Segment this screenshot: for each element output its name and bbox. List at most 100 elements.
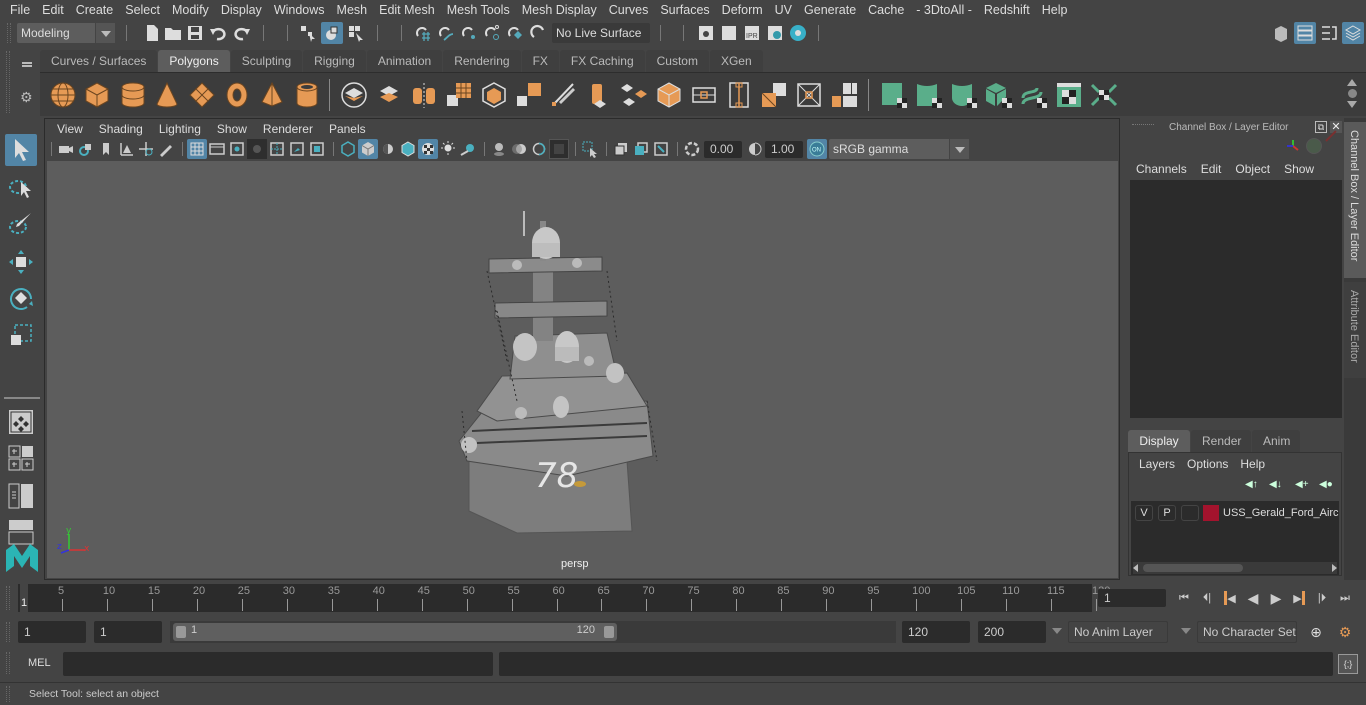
play-forwards-icon[interactable]: ▶ — [1266, 588, 1286, 608]
grease-pencil-icon[interactable] — [156, 139, 176, 159]
panel-drag-handle[interactable] — [1132, 124, 1154, 125]
hypershade-icon[interactable] — [788, 23, 808, 43]
smooth-icon[interactable] — [443, 79, 475, 111]
animation-end-field[interactable]: 200 — [978, 621, 1046, 643]
live-surface-field[interactable]: No Live Surface — [552, 23, 650, 43]
menu-mesh-tools[interactable]: Mesh Tools — [441, 0, 516, 20]
spherical-uv-icon[interactable] — [948, 79, 980, 111]
shelf-drag-handle[interactable] — [6, 51, 10, 113]
anim-layer-chevron-icon[interactable] — [1052, 628, 1062, 634]
shadows-icon[interactable] — [458, 139, 478, 159]
layer-menu-help[interactable]: Help — [1240, 457, 1265, 471]
range-slider-track[interactable]: 1 120 — [170, 621, 896, 643]
current-frame-field[interactable]: 1 — [1098, 589, 1166, 607]
anim-layer-dropdown[interactable]: No Anim Layer — [1068, 621, 1168, 643]
poly-cylinder-icon[interactable] — [117, 79, 149, 111]
menu-generate[interactable]: Generate — [798, 0, 862, 20]
snap-view-plane-icon[interactable] — [482, 23, 502, 43]
select-hierarchy-icon[interactable] — [298, 23, 318, 43]
command-line-drag-handle[interactable] — [6, 652, 10, 674]
select-camera-icon[interactable] — [56, 139, 76, 159]
2d-pan-zoom-icon[interactable] — [136, 139, 156, 159]
bridge-icon[interactable] — [513, 79, 545, 111]
shelf-tab-polygons[interactable]: Polygons — [158, 50, 230, 72]
range-start-handle[interactable] — [176, 626, 186, 638]
insert-edge-loop-icon[interactable] — [723, 79, 755, 111]
gamma-icon[interactable] — [745, 139, 765, 159]
layer-list-hscrollbar[interactable] — [1133, 562, 1337, 574]
extrude-icon[interactable] — [583, 79, 615, 111]
film-gate-icon[interactable] — [207, 139, 227, 159]
single-perspective-layout-icon[interactable] — [5, 406, 37, 438]
channel-box-menu-channels[interactable]: Channels — [1136, 162, 1187, 176]
select-tool-icon[interactable] — [5, 134, 37, 166]
menu-edit-mesh[interactable]: Edit Mesh — [373, 0, 441, 20]
planar-uv-icon[interactable] — [878, 79, 910, 111]
xray-icon[interactable] — [611, 139, 631, 159]
safe-action-icon[interactable] — [287, 139, 307, 159]
mirror-icon[interactable] — [408, 79, 440, 111]
lasso-tool-icon[interactable] — [5, 172, 37, 204]
layer-menu-options[interactable]: Options — [1187, 457, 1228, 471]
playback-start-field[interactable]: 1 — [94, 621, 162, 643]
layer-tab-display[interactable]: Display — [1128, 430, 1190, 452]
use-all-lights-icon[interactable] — [438, 139, 458, 159]
bevel-icon[interactable] — [478, 79, 510, 111]
channel-box-menu-object[interactable]: Object — [1235, 162, 1270, 176]
combine-icon[interactable] — [338, 79, 370, 111]
animation-preferences-icon[interactable]: ⚙ — [1334, 622, 1356, 642]
poly-pipe-icon[interactable] — [291, 79, 323, 111]
side-tab-attribute-editor[interactable]: Attribute Editor — [1344, 282, 1366, 378]
layer-visibility-toggle[interactable]: V — [1135, 505, 1153, 521]
help-line-drag-handle[interactable] — [6, 686, 10, 702]
menu-help[interactable]: Help — [1036, 0, 1074, 20]
outliner-persp-layout-icon[interactable] — [5, 480, 37, 512]
side-tab-channel-box[interactable]: Channel Box / Layer Editor — [1344, 122, 1366, 278]
snap-curve-icon[interactable] — [436, 23, 456, 43]
command-input[interactable] — [63, 652, 493, 676]
manipulator-icon[interactable] — [1285, 138, 1301, 154]
motion-blur-icon[interactable] — [509, 139, 529, 159]
range-drag-handle[interactable] — [6, 622, 10, 642]
anti-aliasing-icon[interactable] — [529, 139, 549, 159]
step-back-key-icon[interactable]: ◀ — [1220, 588, 1240, 608]
command-language-label[interactable]: MEL — [28, 657, 51, 669]
poly-cone-icon[interactable] — [151, 79, 183, 111]
uv-editor-icon[interactable] — [1053, 79, 1085, 111]
shelf-tab-xgen[interactable]: XGen — [709, 50, 763, 72]
menu-edit[interactable]: Edit — [36, 0, 70, 20]
xray-components-icon[interactable] — [651, 139, 671, 159]
layer-tab-anim[interactable]: Anim — [1252, 430, 1300, 452]
exposure-icon[interactable] — [682, 139, 702, 159]
shelf-tab-sculpting[interactable]: Sculpting — [230, 50, 303, 72]
animation-start-field[interactable]: 1 — [18, 621, 86, 643]
snap-live-icon[interactable] — [505, 23, 525, 43]
shelf-tab-animation[interactable]: Animation — [366, 50, 443, 72]
duplicate-face-icon[interactable] — [828, 79, 860, 111]
textured-icon[interactable] — [418, 139, 438, 159]
menu-mesh-display[interactable]: Mesh Display — [516, 0, 603, 20]
layer-name[interactable]: USS_Gerald_Ford_Aircraft_Carrier — [1223, 505, 1339, 521]
move-layer-down-icon[interactable]: ◀↓ — [1269, 479, 1282, 490]
menu-surfaces[interactable]: Surfaces — [654, 0, 715, 20]
shelf-tab-curves-surfaces[interactable]: Curves / Surfaces — [40, 50, 158, 72]
multi-cut-icon[interactable] — [548, 79, 580, 111]
shelf-tab-rendering[interactable]: Rendering — [443, 50, 521, 72]
screen-space-ao-icon[interactable] — [489, 139, 509, 159]
shelf-tab-fx[interactable]: FX — [521, 50, 559, 72]
poly-plane-icon[interactable] — [186, 79, 218, 111]
shelf-tab-rigging[interactable]: Rigging — [303, 50, 366, 72]
menu-redshift[interactable]: Redshift — [978, 0, 1036, 20]
open-scene-icon[interactable] — [163, 23, 183, 43]
go-to-start-icon[interactable]: ⏮ — [1174, 588, 1194, 608]
image-plane-icon[interactable] — [116, 139, 136, 159]
render-current-frame-icon[interactable] — [719, 23, 739, 43]
viewport-menu-renderer[interactable]: Renderer — [255, 122, 321, 136]
layer-color-swatch[interactable] — [1203, 505, 1219, 521]
viewport-menu-view[interactable]: View — [49, 122, 91, 136]
field-chart-icon[interactable] — [267, 139, 287, 159]
snap-grid-icon[interactable] — [413, 23, 433, 43]
default-material-icon[interactable] — [378, 139, 398, 159]
shelf-menu-icon[interactable] — [22, 62, 32, 64]
boolean-icon[interactable] — [758, 79, 790, 111]
